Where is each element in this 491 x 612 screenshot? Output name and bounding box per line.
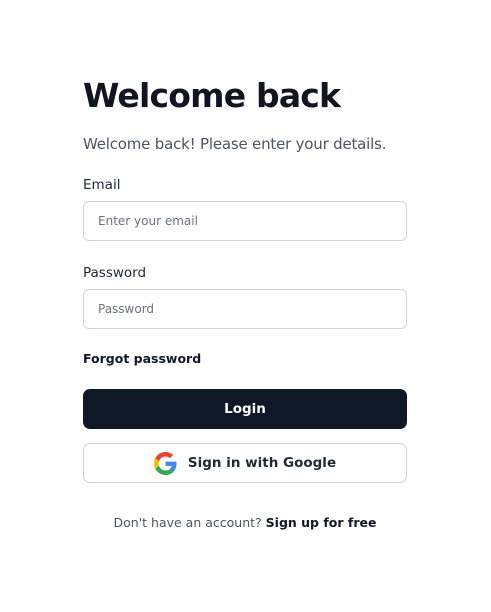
forgot-password-link[interactable]: Forgot password — [83, 351, 201, 367]
password-input[interactable] — [83, 289, 407, 329]
password-label: Password — [83, 265, 147, 281]
email-input[interactable] — [83, 201, 407, 241]
google-signin-label: Sign in with Google — [187, 455, 337, 471]
signup-prompt-row: Don't have an account? Sign up for free — [83, 515, 407, 531]
login-form: Welcome back Welcome back! Please enter … — [83, 76, 407, 531]
signup-link[interactable]: Sign up for free — [266, 515, 377, 530]
email-label: Email — [83, 177, 121, 193]
google-signin-button[interactable]: Sign in with Google — [83, 443, 407, 483]
page-subtitle: Welcome back! Please enter your details. — [83, 135, 387, 153]
login-button[interactable]: Login — [83, 389, 407, 429]
signup-prompt-text: Don't have an account? — [113, 515, 262, 530]
google-icon — [153, 451, 177, 475]
page-title: Welcome back — [83, 76, 341, 115]
